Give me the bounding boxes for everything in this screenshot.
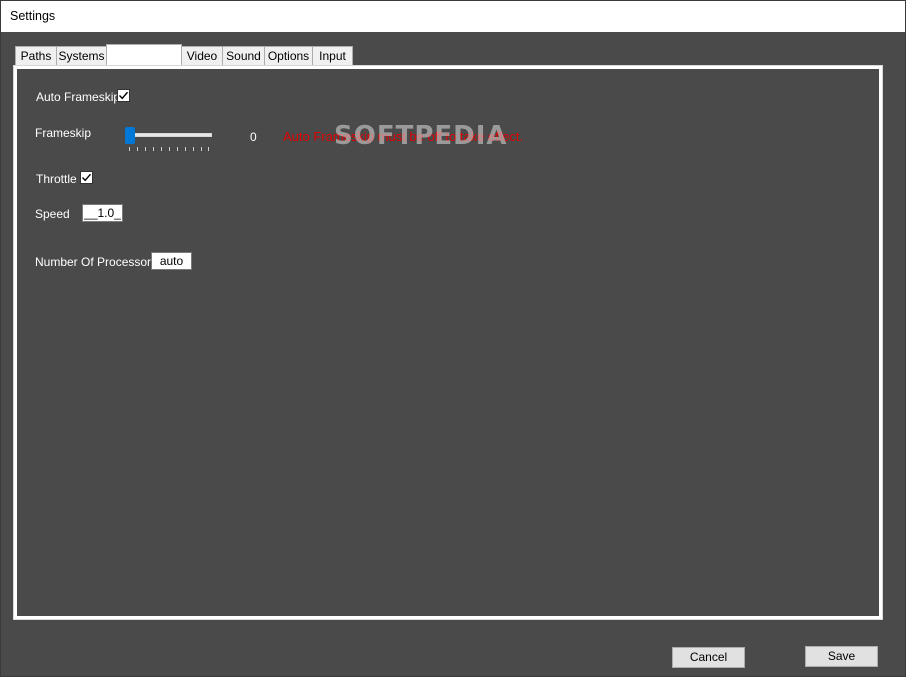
processors-label: Number Of Processors	[35, 255, 158, 269]
save-button[interactable]: Save	[805, 646, 878, 667]
tab-systems[interactable]: Systems	[56, 46, 107, 66]
tab-input[interactable]: Input	[312, 46, 353, 66]
tab-video[interactable]: Video	[181, 46, 223, 66]
processors-input[interactable]: auto	[151, 252, 192, 270]
throttle-label: Throttle	[36, 172, 77, 186]
throttle-checkbox[interactable]	[80, 171, 93, 184]
cancel-button[interactable]: Cancel	[672, 647, 745, 668]
frameskip-slider-ticks	[129, 147, 209, 152]
auto-frameskip-label: Auto Frameskip	[36, 90, 121, 104]
tab-active-unlabeled[interactable]	[106, 44, 182, 67]
frameskip-label: Frameskip	[35, 126, 92, 140]
tab-options[interactable]: Options	[264, 46, 313, 66]
checkmark-icon	[81, 173, 92, 182]
checkmark-icon	[118, 91, 129, 100]
tab-sound[interactable]: Sound	[222, 46, 265, 66]
settings-window: Settings Paths Systems Video Sound Optio…	[0, 0, 906, 677]
watermark: SOFTPEDIA	[334, 121, 508, 151]
frameskip-slider-track[interactable]	[125, 133, 212, 137]
tab-paths[interactable]: Paths	[15, 46, 57, 66]
title-bar: Settings	[1, 1, 905, 32]
auto-frameskip-checkbox[interactable]	[117, 89, 130, 102]
speed-label: Speed	[35, 207, 70, 221]
frameskip-value: 0	[250, 130, 257, 144]
speed-input[interactable]: __1.0_	[82, 204, 123, 222]
frameskip-slider-thumb[interactable]	[125, 127, 135, 144]
window-title: Settings	[10, 9, 56, 23]
